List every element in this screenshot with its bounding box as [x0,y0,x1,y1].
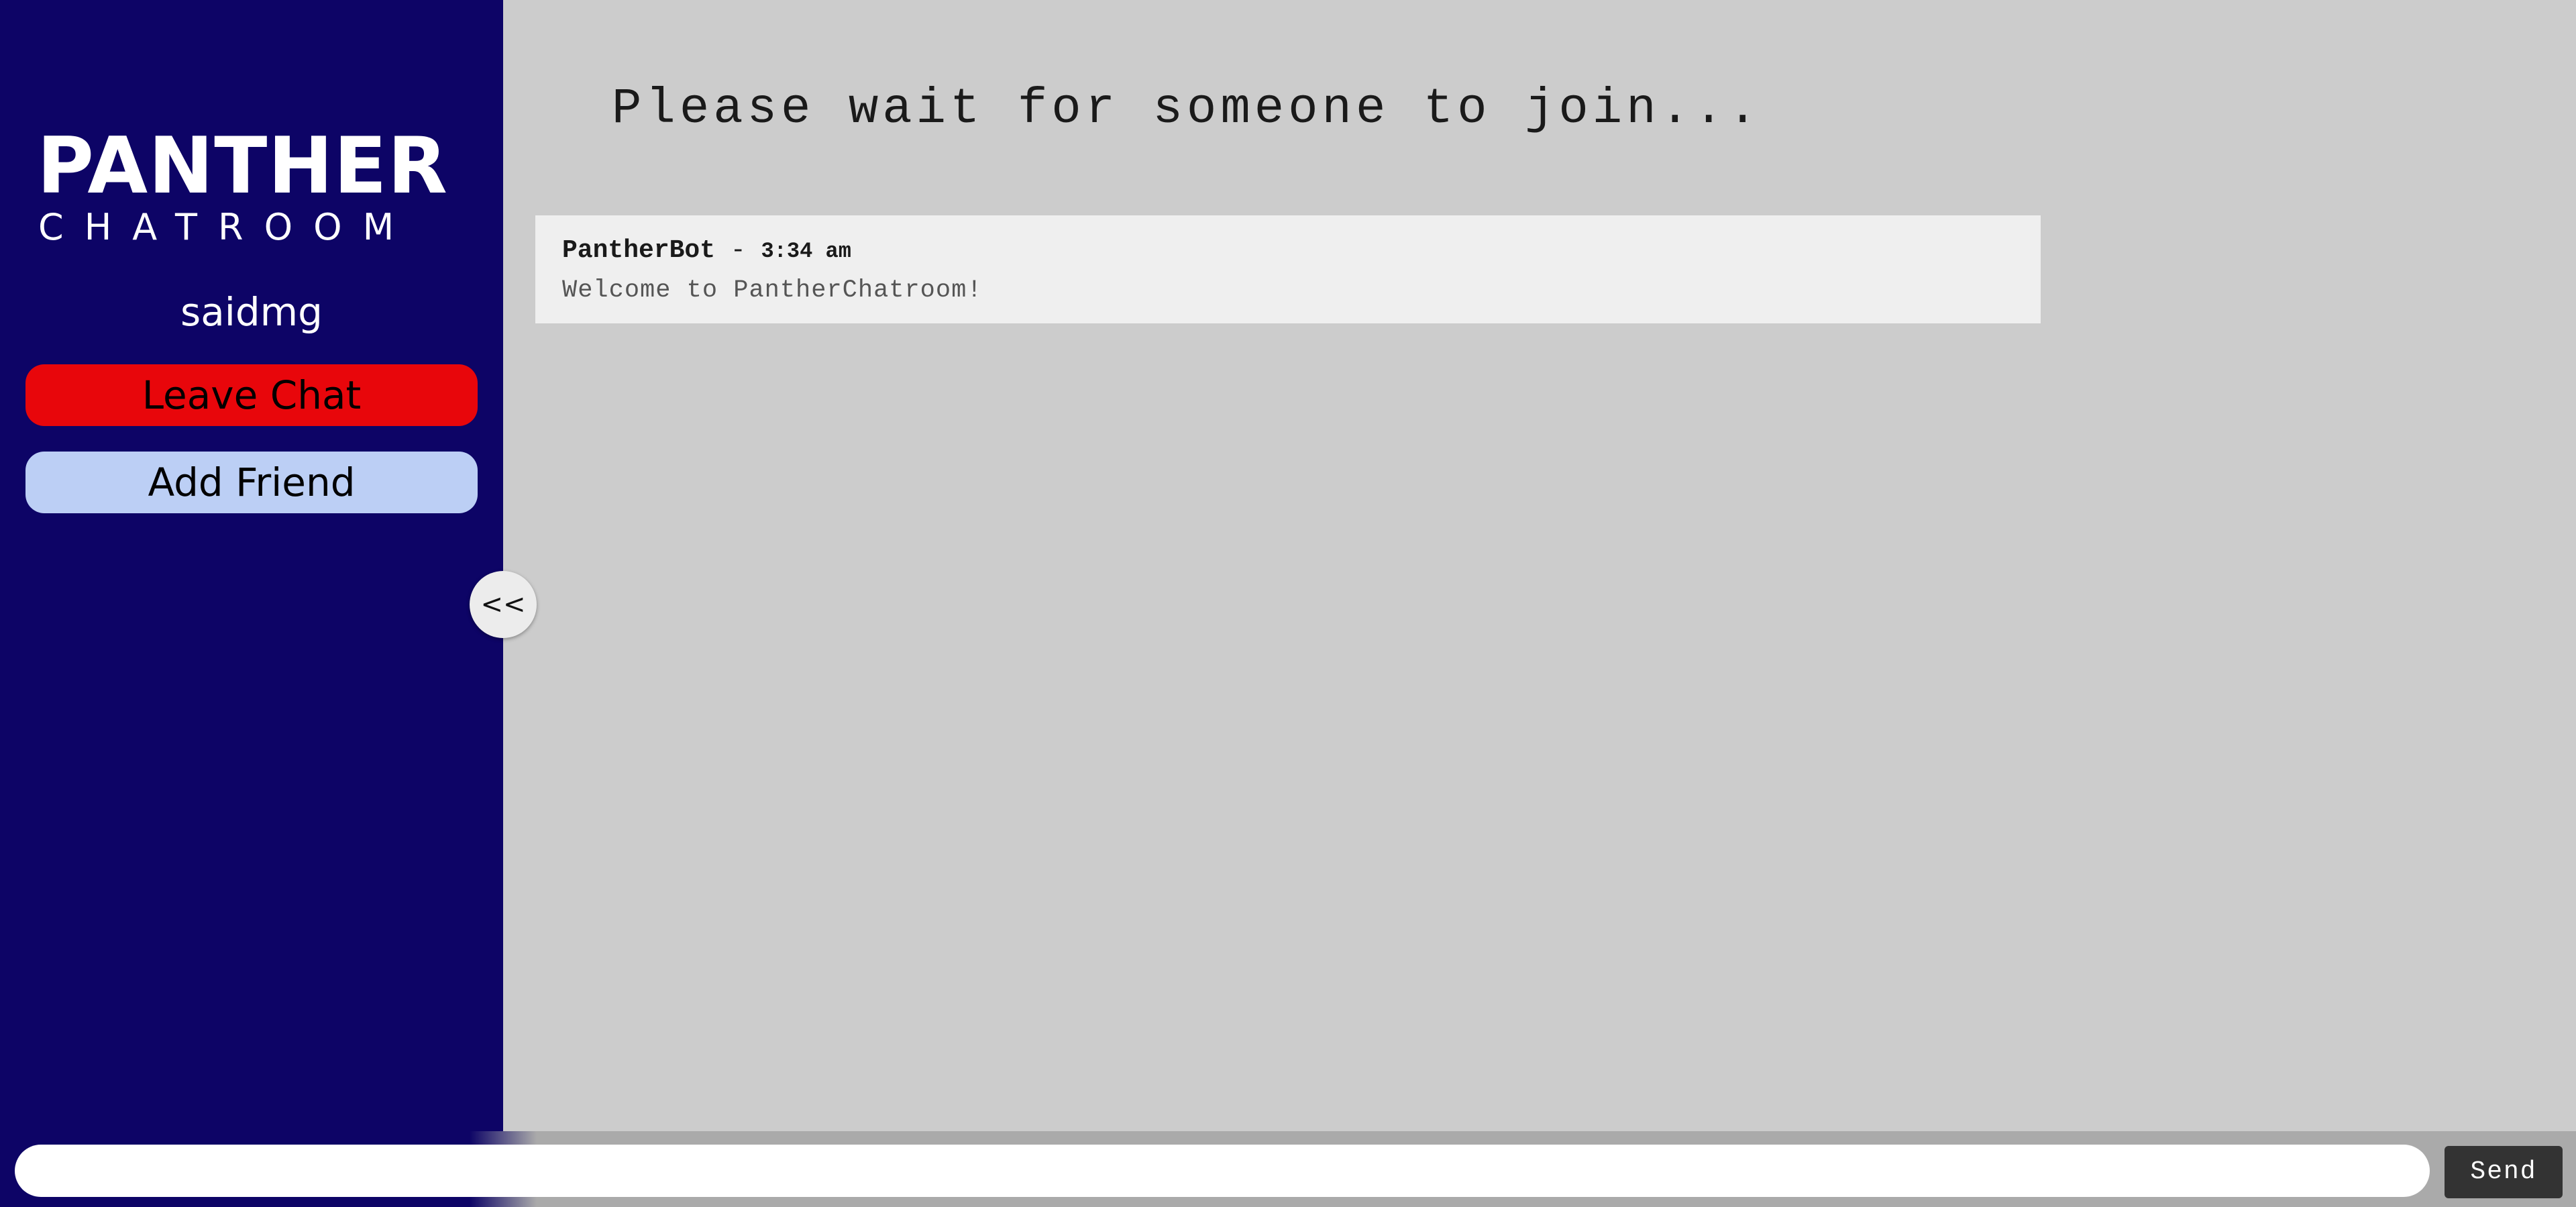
message-separator: - [715,236,761,265]
username-label: saidmg [180,289,323,335]
send-button[interactable]: Send [2445,1146,2563,1198]
message-text: Welcome to PantherChatroom! [562,276,983,305]
logo-line-1: PANTHER [37,121,448,211]
message-header: PantherBot - 3:34 am [562,234,2014,271]
panther-chatroom-logo: PANTHER CHATROOM [37,121,448,248]
collapse-sidebar-button[interactable]: << [470,571,537,638]
message-input[interactable] [15,1145,2430,1197]
logo-line-2: CHATROOM [38,206,415,248]
message-timestamp: 3:34 am [761,239,851,264]
add-friend-button[interactable]: Add Friend [25,452,478,513]
chat-message: PantherBot - 3:34 am Welcome to PantherC… [535,215,2041,323]
leave-chat-button[interactable]: Leave Chat [25,364,478,426]
sidebar: PANTHER CHATROOM saidmg Leave Chat Add F… [0,0,503,1207]
message-author: PantherBot [562,236,716,265]
composer-bar: Send [0,1131,2576,1207]
waiting-status-text: Please wait for someone to join... [612,81,1762,138]
